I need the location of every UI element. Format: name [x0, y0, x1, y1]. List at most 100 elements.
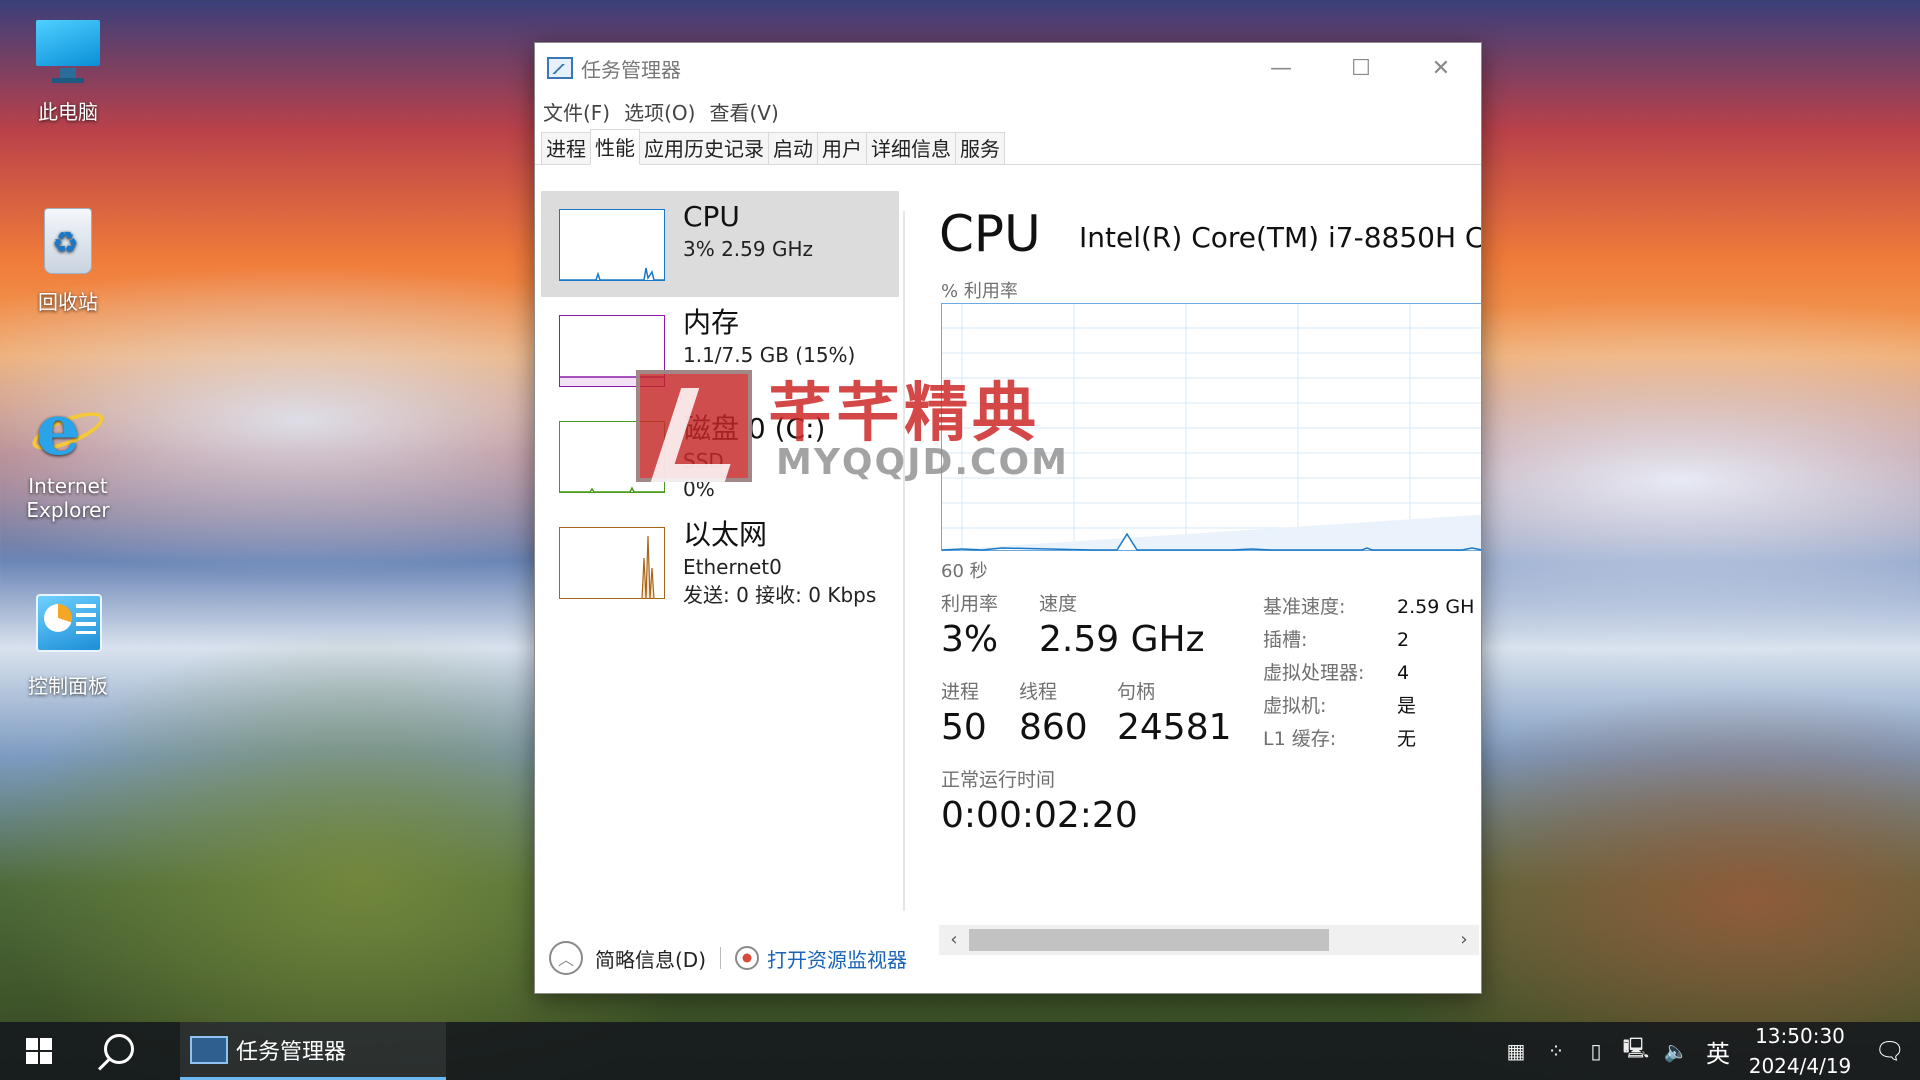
open-resource-monitor-link[interactable]: 打开资源监视器: [767, 944, 907, 973]
fewer-details-button[interactable]: 简略信息(D): [595, 944, 706, 973]
desktop-icon-label: 控制面板: [28, 674, 108, 698]
clock-date: 2024/4/19: [1748, 1054, 1852, 1078]
stat-value: 50: [941, 707, 987, 748]
stat-utilization: 利用率 3%: [941, 591, 998, 663]
resource-name: CPU: [683, 200, 740, 233]
close-button[interactable]: ✕: [1401, 43, 1481, 93]
menu-view[interactable]: 查看(V): [709, 97, 778, 126]
stat-value: 860: [1019, 707, 1088, 748]
stat-speed: 速度 2.59 GHz: [1039, 591, 1204, 663]
watermark-logo-icon: [636, 370, 752, 482]
pane-divider[interactable]: [903, 211, 905, 911]
desktop-icon-label: Internet Explorer: [26, 474, 110, 522]
control-panel-icon: [30, 588, 106, 664]
stat-value: 24581: [1117, 707, 1232, 748]
window-footer: ︿ 简略信息(D) 打开资源监视器: [535, 923, 1481, 993]
task-manager-icon: [190, 1035, 228, 1064]
desktop-icon-internet-explorer[interactable]: e Internet Explorer: [18, 392, 118, 523]
spec-key: 插槽:: [1263, 629, 1308, 651]
stat-label: 利用率: [941, 593, 999, 615]
computer-icon: [30, 14, 106, 90]
desktop-icon-label: 此电脑: [38, 100, 98, 124]
watermark-text-cn: 芊芊精典: [768, 377, 1040, 451]
watermark-text-en: MYQQJD.COM: [776, 442, 1069, 483]
task-manager-window: 任务管理器 — ☐ ✕ 文件(F) 选项(O) 查看(V) 进程 性能 应用历史…: [534, 42, 1482, 994]
spec-row: 基准速度: 2.59 GH: [1263, 591, 1474, 624]
cpu-model: Intel(R) Core(TM) i7-8850H CP: [1079, 221, 1482, 254]
menu-options[interactable]: 选项(O): [624, 97, 695, 126]
stat-processes: 进程 50: [941, 679, 987, 751]
tray-color-icon[interactable]: ⁘: [1536, 1039, 1576, 1063]
start-button[interactable]: [26, 1038, 52, 1064]
volume-icon[interactable]: 🔈: [1656, 1039, 1696, 1063]
resource-detail: 3% 2.59 GHz: [683, 237, 814, 261]
stat-label: 正常运行时间: [941, 769, 1056, 791]
ethernet-thumbnail-graph: [559, 527, 665, 599]
desktop-icon-this-pc[interactable]: 此电脑: [18, 14, 118, 125]
tab-performance[interactable]: 性能: [590, 129, 640, 165]
cpu-spec-list: 基准速度: 2.59 GH 插槽: 2 虚拟处理器: 4 虚拟机: 是 L1 缓存: 无: [1263, 591, 1474, 756]
stat-label: 进程: [941, 681, 980, 703]
spec-row: 虚拟机: 是: [1263, 690, 1474, 723]
stat-value: 0:00:02:20: [941, 795, 1138, 836]
stat-uptime: 正常运行时间 0:00:02:20: [941, 767, 1138, 839]
recycle-bin-icon: ♻: [30, 204, 106, 280]
tab-startup[interactable]: 启动: [768, 132, 818, 164]
window-title: 任务管理器: [581, 57, 681, 82]
cpu-title: CPU: [939, 205, 1041, 263]
stat-label: 速度: [1039, 593, 1078, 615]
desktop-icon-recycle-bin[interactable]: ♻ 回收站: [18, 204, 118, 315]
stat-handles: 句柄 24581: [1117, 679, 1232, 751]
spec-value: 是: [1397, 695, 1417, 717]
maximize-button[interactable]: ☐: [1321, 43, 1401, 93]
spec-row: 虚拟处理器: 4: [1263, 657, 1474, 690]
spec-value: 2.59 GH: [1397, 596, 1475, 618]
menu-bar: 文件(F) 选项(O) 查看(V): [535, 93, 1481, 129]
spec-value: 无: [1397, 728, 1417, 750]
minimize-button[interactable]: —: [1241, 43, 1321, 93]
stat-label: 线程: [1019, 681, 1058, 703]
spec-key: 基准速度:: [1263, 596, 1346, 618]
tab-bar: 进程 性能 应用历史记录 启动 用户 详细信息 服务: [535, 129, 1481, 165]
resource-monitor-icon: [735, 946, 760, 970]
input-method-indicator[interactable]: 英: [1696, 1034, 1740, 1069]
usb-icon[interactable]: ▯: [1576, 1039, 1616, 1063]
spec-key: L1 缓存:: [1263, 728, 1337, 750]
desktop-icon-control-panel[interactable]: 控制面板: [18, 588, 118, 699]
taskbar: 任务管理器 ▦ ⁘ ▯ 🖳 🔈 英 13:50:30 2024/4/19 🗨: [0, 1022, 1920, 1080]
spec-value: 4: [1397, 662, 1410, 684]
tab-app-history[interactable]: 应用历史记录: [639, 132, 769, 164]
cpu-thumbnail-graph: [559, 209, 665, 281]
system-tray: ▦ ⁘ ▯ 🖳 🔈 英 13:50:30 2024/4/19 🗨: [1496, 1022, 1920, 1080]
resource-name: 内存: [683, 306, 740, 339]
tab-services[interactable]: 服务: [955, 132, 1005, 164]
taskbar-app-task-manager[interactable]: 任务管理器: [180, 1022, 446, 1080]
utilization-axis-label: % 利用率: [941, 281, 1018, 302]
search-icon[interactable]: [104, 1034, 134, 1064]
resource-item-cpu[interactable]: CPU 3% 2.59 GHz: [541, 191, 899, 297]
internet-explorer-icon: e: [27, 392, 109, 468]
tab-processes[interactable]: 进程: [541, 132, 591, 164]
notification-icon[interactable]: 🗨: [1860, 1037, 1920, 1065]
network-icon[interactable]: 🖳: [1616, 1034, 1656, 1068]
clock[interactable]: 13:50:30 2024/4/19: [1740, 1021, 1860, 1080]
time-axis-label: 60 秒: [941, 561, 988, 582]
tab-details[interactable]: 详细信息: [866, 132, 956, 164]
title-bar[interactable]: 任务管理器 — ☐ ✕: [535, 43, 1481, 93]
menu-file[interactable]: 文件(F): [543, 97, 610, 126]
tab-users[interactable]: 用户: [817, 132, 867, 164]
spec-row: L1 缓存: 无: [1263, 723, 1474, 756]
chevron-up-icon[interactable]: ︿: [549, 941, 583, 975]
tray-app-icon[interactable]: ▦: [1496, 1039, 1536, 1063]
stat-label: 句柄: [1117, 681, 1156, 703]
taskbar-app-label: 任务管理器: [236, 1039, 347, 1065]
task-manager-icon: [547, 57, 573, 79]
stat-value: 3%: [941, 619, 999, 660]
resource-detail-2: 发送: 0 接收: 0 Kbps: [683, 583, 877, 607]
resource-list: CPU 3% 2.59 GHz 内存 1.1/7.5 GB (15%) 磁盘 0…: [541, 191, 899, 911]
resource-name: 以太网: [683, 518, 768, 551]
footer-separator: [720, 947, 722, 969]
resource-item-ethernet[interactable]: 以太网 Ethernet0 发送: 0 接收: 0 Kbps: [541, 509, 899, 615]
spec-key: 虚拟处理器:: [1263, 662, 1365, 684]
spec-key: 虚拟机:: [1263, 695, 1327, 717]
